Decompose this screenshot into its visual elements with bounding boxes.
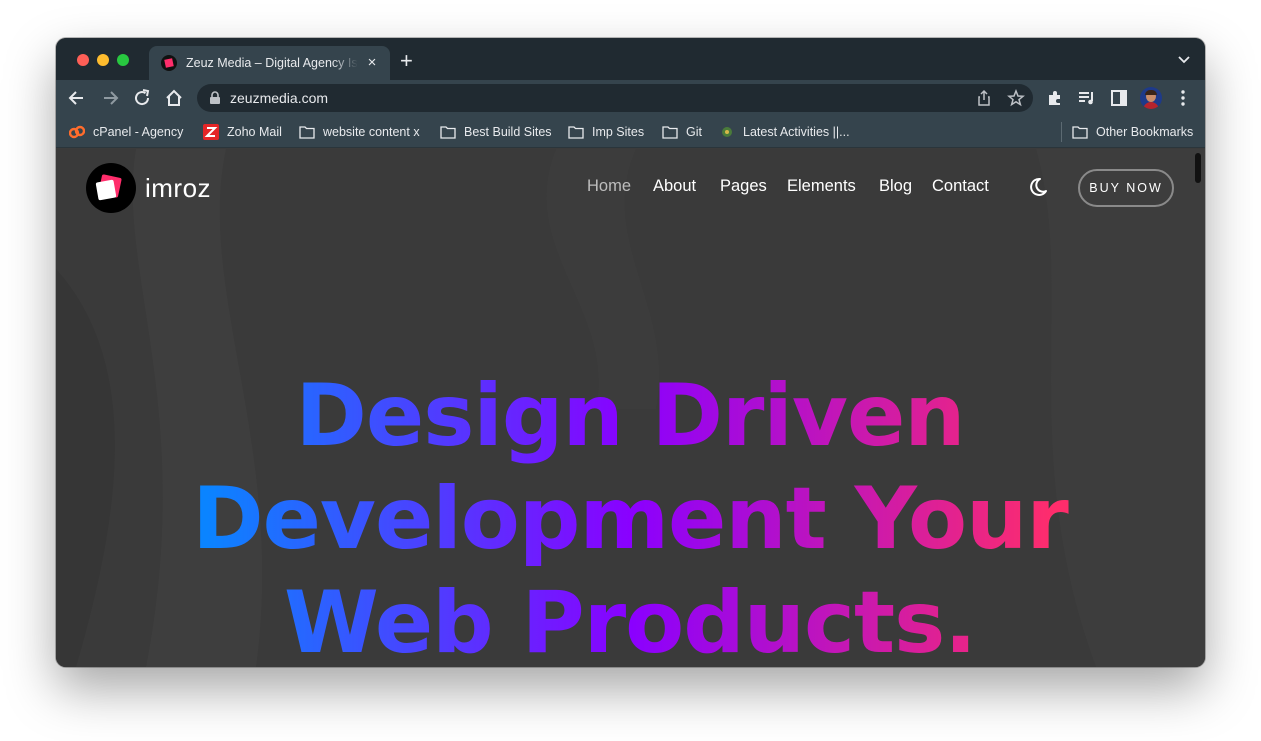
bookmark-latest-activities[interactable]: Latest Activities ||... <box>719 124 850 140</box>
bookmark-label: website content x <box>323 125 420 139</box>
folder-icon <box>440 126 456 139</box>
extensions-puzzle-icon[interactable] <box>1045 88 1065 108</box>
page-scrollbar[interactable] <box>1195 153 1201 183</box>
bookmark-folder-imp-sites[interactable]: Imp Sites <box>568 124 644 140</box>
forward-arrow-icon[interactable] <box>100 88 120 108</box>
bookmark-label: Imp Sites <box>592 125 645 139</box>
folder-icon <box>1072 126 1088 139</box>
site-favicon-icon <box>161 55 177 71</box>
other-bookmarks-label: Other Bookmarks <box>1096 125 1194 139</box>
browser-tab-active[interactable]: Zeuz Media – Digital Agency Is × <box>149 46 390 80</box>
site-icon <box>722 127 732 137</box>
tab-title: Zeuz Media – Digital Agency Is <box>186 56 358 70</box>
reload-icon[interactable] <box>132 88 152 108</box>
share-icon[interactable] <box>975 89 993 107</box>
folder-icon <box>568 126 584 139</box>
web-page: imroz Home About Pages Elements Blog Con… <box>56 149 1205 667</box>
bookmark-cpanel[interactable]: cPanel - Agency <box>69 124 183 140</box>
bookmark-folder-best-build-sites[interactable]: Best Build Sites <box>440 124 552 140</box>
browser-toolbar: zeuzmedia.com <box>56 80 1205 116</box>
address-bar[interactable]: zeuzmedia.com <box>197 84 1033 112</box>
folder-icon <box>662 126 678 139</box>
zoho-icon <box>203 124 219 140</box>
bookmark-label: Latest Activities ||... <box>743 125 850 139</box>
tab-search-chevron-icon[interactable] <box>1177 52 1191 66</box>
bookmarks-bar: cPanel - Agency Zoho Mail website conten… <box>56 116 1205 148</box>
media-playlist-icon[interactable] <box>1077 88 1097 108</box>
bookmarks-divider <box>1061 122 1062 142</box>
bookmark-label: Best Build Sites <box>464 125 552 139</box>
other-bookmarks[interactable]: Other Bookmarks <box>1072 124 1193 140</box>
more-menu-icon[interactable] <box>1173 88 1193 108</box>
tab-close-icon[interactable]: × <box>364 55 380 71</box>
lock-icon[interactable] <box>209 91 221 105</box>
hero-line-1: Design Driven <box>296 366 965 466</box>
bookmark-label: Zoho Mail <box>227 125 282 139</box>
hero-line-3: Web Products. <box>284 573 976 667</box>
bookmark-label: Git <box>686 125 702 139</box>
side-panel-icon[interactable] <box>1109 88 1129 108</box>
profile-avatar[interactable] <box>1140 87 1162 109</box>
bookmark-label: cPanel - Agency <box>93 125 184 139</box>
bookmark-star-icon[interactable] <box>1007 89 1025 107</box>
home-icon[interactable] <box>164 88 184 108</box>
url-text[interactable]: zeuzmedia.com <box>230 90 328 106</box>
bookmark-zoho-mail[interactable]: Zoho Mail <box>203 124 282 140</box>
browser-window: Zeuz Media – Digital Agency Is × + zeuzm… <box>56 38 1205 667</box>
tab-strip: Zeuz Media – Digital Agency Is × + <box>56 38 1205 80</box>
folder-icon <box>299 126 315 139</box>
close-window-button[interactable] <box>77 54 89 66</box>
hero-line-2: Development Your <box>192 469 1069 569</box>
new-tab-button[interactable]: + <box>400 50 413 72</box>
back-arrow-icon[interactable] <box>67 88 87 108</box>
hero-headline: Design Driven Development Your Web Produ… <box>192 366 1070 667</box>
minimize-window-button[interactable] <box>97 54 109 66</box>
bookmark-folder-git[interactable]: Git <box>662 124 702 140</box>
bookmark-folder-website-content[interactable]: website content x <box>299 124 420 140</box>
zoom-window-button[interactable] <box>117 54 129 66</box>
cpanel-icon <box>69 125 85 139</box>
